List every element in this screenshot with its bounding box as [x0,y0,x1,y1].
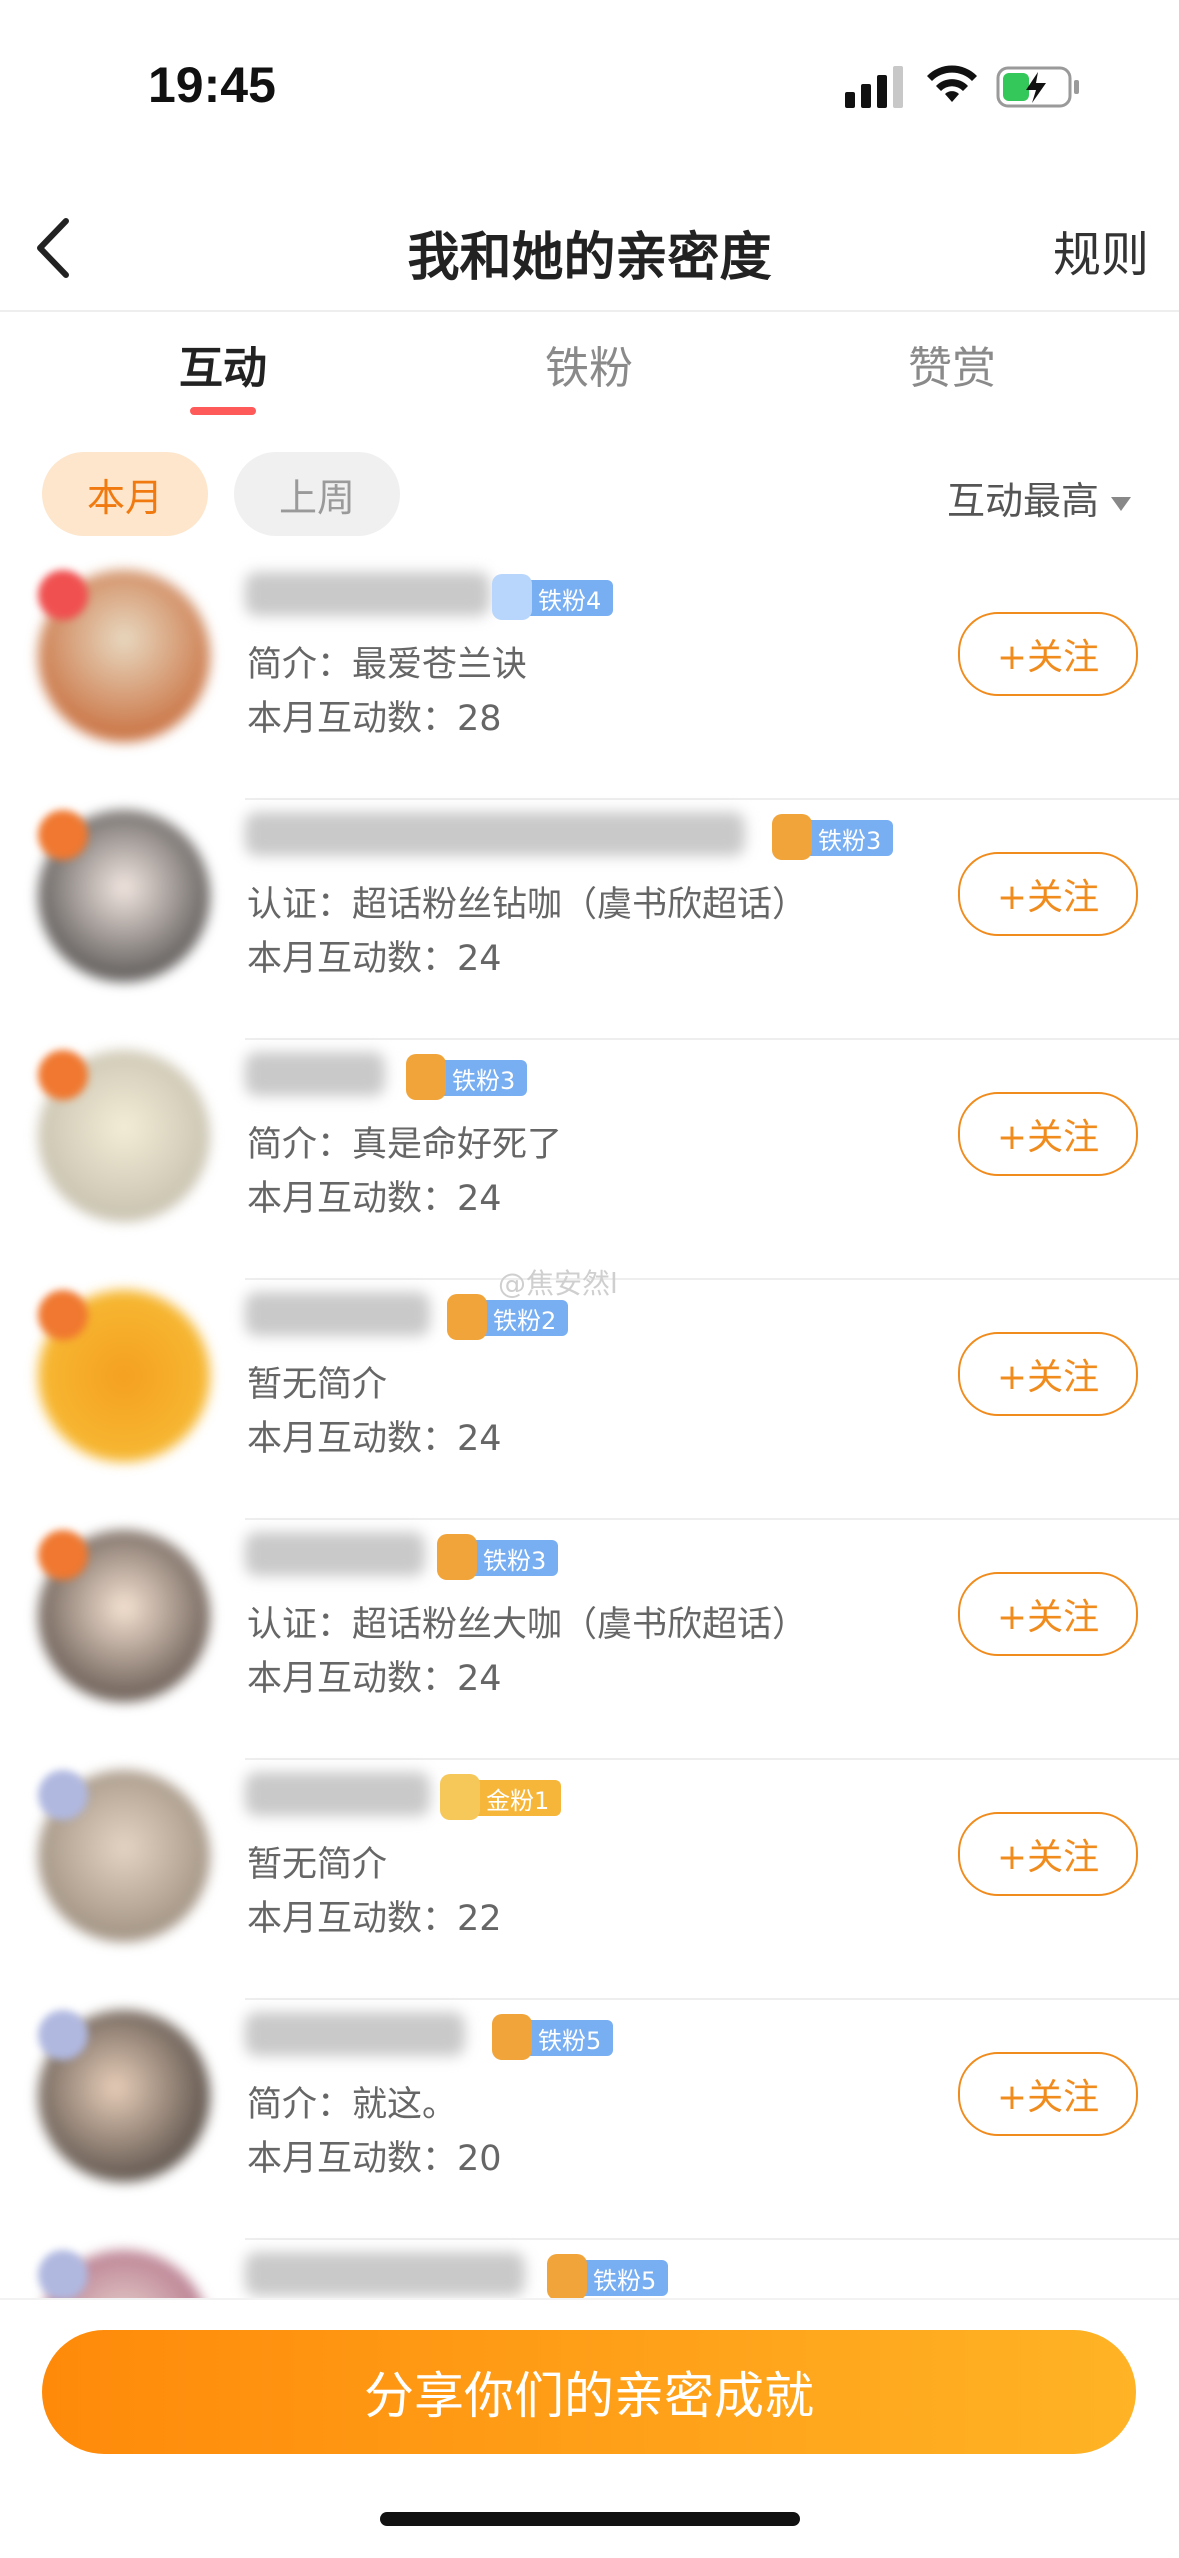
fan-badge-label: 铁粉3 [818,826,882,855]
sort-label: 互动最高 [946,479,1099,523]
follow-button[interactable]: +关注 [958,2052,1138,2136]
avatar-decoration [38,1770,88,1820]
list-item[interactable]: 铁粉2 暂无简介 本月互动数：24 +关注 [0,1280,1179,1520]
username-blurred [245,2252,525,2296]
home-indicator [380,2512,800,2526]
interaction-count: 本月互动数：22 [247,1899,502,1939]
user-intro: 暂无简介 [247,1845,388,1885]
fan-badge: 铁粉2 [447,1294,569,1340]
fan-badge: 铁粉4 [492,574,614,620]
crown-emblem-icon [547,2254,587,2300]
list-item[interactable]: 铁粉4 简介：最爱苍兰诀 本月互动数：28 +关注 [0,560,1179,800]
list-item[interactable]: 铁粉3 认证：超话粉丝钻咖（虞书欣超话） 本月互动数：24 +关注 [0,800,1179,1040]
crown-emblem-icon [492,2014,532,2060]
interaction-count: 本月互动数：20 [247,2139,502,2179]
fan-badge: 铁粉3 [437,1534,559,1580]
list-item[interactable]: 铁粉3 认证：超话粉丝大咖（虞书欣超话） 本月互动数：24 +关注 [0,1520,1179,1760]
page-title: 我和她的亲密度 [407,228,772,288]
crown-emblem-icon [437,1534,477,1580]
interaction-count: 本月互动数：24 [247,939,502,979]
fan-badge-label: 铁粉3 [483,1546,547,1575]
user-intro: 简介：最爱苍兰诀 [247,645,528,685]
avatar-decoration [38,2250,88,2300]
username-blurred [245,1052,385,1096]
user-intro: 认证：超话粉丝大咖（虞书欣超话） [247,1605,808,1645]
avatar-decoration [38,2010,88,2060]
avatar-decoration [38,1290,88,1340]
gold-emblem-icon [440,1774,480,1820]
tab-indicator [190,407,256,415]
tab-interaction[interactable]: 互动 [123,332,323,396]
list-item[interactable]: 铁粉5 简介：就这。 本月互动数：20 +关注 [0,2000,1179,2240]
user-intro: 简介：真是命好死了 [247,1125,563,1165]
rules-link[interactable]: 规则 [1053,215,1149,285]
follow-button[interactable]: +关注 [958,1332,1138,1416]
fan-badge: 金粉1 [440,1774,562,1820]
username-blurred [245,2012,465,2056]
fan-badge: 铁粉3 [406,1054,528,1100]
crown-emblem-icon [447,1294,487,1340]
avatar-decoration [38,1050,88,1100]
crown-emblem-icon [406,1054,446,1100]
battery-charging-icon [996,66,1079,108]
wifi-icon [927,65,977,102]
filter-bar: 本月 上周 互动最高 [0,452,1179,536]
tab-iron-fans[interactable]: 铁粉 [489,332,689,396]
fan-badge-label: 铁粉3 [452,1066,516,1095]
interaction-count: 本月互动数：24 [247,1179,502,1219]
username-blurred [245,1532,425,1576]
fan-badge-label: 金粉1 [486,1786,550,1815]
username-blurred [245,812,745,856]
interaction-count: 本月互动数：24 [247,1419,502,1459]
status-time: 19:45 [148,57,276,113]
tab-bar: 互动 铁粉 赞赏 [0,312,1179,422]
fan-badge-label: 铁粉5 [538,2026,602,2055]
fan-badge-label: 铁粉2 [493,1306,557,1335]
fan-badge: 铁粉5 [547,2254,669,2300]
follow-button[interactable]: +关注 [958,1572,1138,1656]
nav-bar: 我和她的亲密度 规则 [0,195,1179,312]
tab-appreciation[interactable]: 赞赏 [852,332,1052,396]
fan-badge-label: 铁粉5 [593,2266,657,2295]
filter-chip-last-week[interactable]: 上周 [234,452,400,536]
sort-dropdown[interactable]: 互动最高 [947,470,1131,525]
fan-badge: 铁粉3 [772,814,894,860]
footer: 分享你们的亲密成就 [0,2298,1179,2558]
avatar-decoration [38,570,88,620]
filter-chip-this-month[interactable]: 本月 [42,452,208,536]
sort-dropdown-icon [1111,496,1131,511]
follow-button[interactable]: +关注 [958,612,1138,696]
watermark: @焦安然l [498,1267,618,1300]
fan-badge: 铁粉5 [492,2014,614,2060]
status-bar: 19:45 [0,0,1179,170]
avatar-decoration [38,1530,88,1580]
username-blurred [245,1772,430,1816]
user-intro: 认证：超话粉丝钻咖（虞书欣超话） [247,885,808,925]
follow-button[interactable]: +关注 [958,1812,1138,1896]
username-blurred [245,572,490,616]
follow-button[interactable]: +关注 [958,1092,1138,1176]
interaction-count: 本月互动数：28 [247,699,502,739]
diamond-icon [492,574,532,620]
user-intro: 暂无简介 [247,1365,388,1405]
avatar-decoration [38,810,88,860]
list-item[interactable]: 铁粉3 简介：真是命好死了 本月互动数：24 +关注 [0,1040,1179,1280]
share-achievement-button[interactable]: 分享你们的亲密成就 [42,2330,1136,2454]
list-item[interactable]: 金粉1 暂无简介 本月互动数：22 +关注 [0,1760,1179,2000]
follow-button[interactable]: +关注 [958,852,1138,936]
user-intro: 简介：就这。 [247,2085,458,2125]
fan-badge-label: 铁粉4 [538,586,602,615]
interaction-count: 本月互动数：24 [247,1659,502,1699]
username-blurred [245,1292,430,1336]
signal-icon [845,66,903,108]
crown-emblem-icon [772,814,812,860]
